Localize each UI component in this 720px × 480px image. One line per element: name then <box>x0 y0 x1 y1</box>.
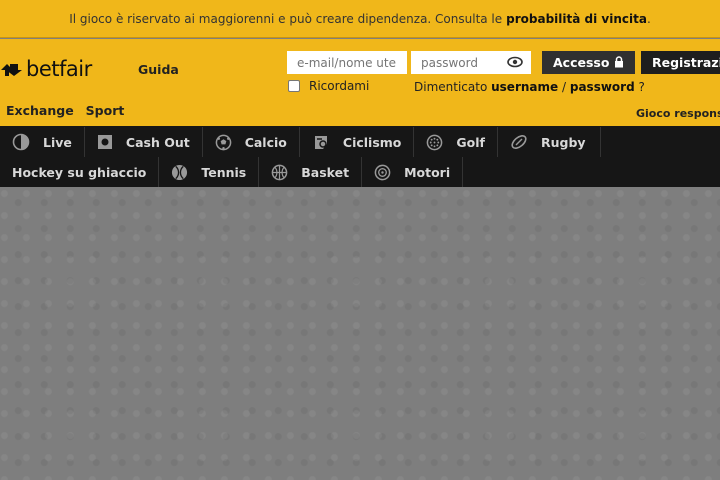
tab-sport[interactable]: Sport <box>86 103 125 118</box>
sport-cash-out-label: Cash Out <box>125 134 190 150</box>
sport-rugby-label: Rugby <box>540 134 586 150</box>
forgot-credentials: Dimenticato username / password ? <box>414 80 645 94</box>
sports-nav: Live Cash Out Calcio Ciclismo Golf Rugby… <box>0 126 720 187</box>
sport-hockey-label: Hockey su ghiaccio <box>12 164 147 180</box>
sports-nav-row-2: Hockey su ghiaccio Tennis Basket Motori <box>0 157 464 187</box>
remember-label: Ricordami <box>309 79 370 93</box>
product-tabs: Exchange Sport <box>6 103 124 118</box>
tennis-ball-icon <box>171 164 188 181</box>
sport-calcio[interactable]: Calcio <box>203 127 300 157</box>
basketball-icon <box>271 164 288 181</box>
tab-exchange[interactable]: Exchange <box>6 103 74 118</box>
sport-basket-label: Basket <box>301 164 350 180</box>
rugby-ball-icon <box>510 133 528 151</box>
login-label: Accesso <box>553 55 610 70</box>
sport-motori-label: Motori <box>404 164 451 180</box>
soccer-ball-icon <box>215 134 232 151</box>
lock-icon <box>615 56 623 68</box>
email-input[interactable] <box>287 51 407 74</box>
cycling-icon <box>312 133 330 151</box>
cash-out-icon <box>97 134 113 150</box>
sport-golf-label: Golf <box>456 134 485 150</box>
sports-nav-row-1: Live Cash Out Calcio Ciclismo Golf Rugby <box>0 127 601 157</box>
forgot-username-link[interactable]: username <box>491 80 558 94</box>
main-content-overlay <box>0 187 720 480</box>
betfair-logo[interactable]: betfair <box>0 57 92 81</box>
sport-cash-out[interactable]: Cash Out <box>85 127 203 157</box>
sport-tennis-label: Tennis <box>201 164 247 180</box>
golf-ball-icon <box>426 134 443 151</box>
register-button[interactable]: Registrazione <box>641 51 720 74</box>
forgot-suffix: ? <box>638 80 645 94</box>
responsible-gaming-banner: Il gioco è riservato ai maggiorenni e pu… <box>0 0 720 38</box>
sport-tennis[interactable]: Tennis <box>159 157 260 187</box>
remember-checkbox[interactable] <box>288 80 300 92</box>
forgot-password-link[interactable]: password <box>570 80 635 94</box>
sport-live-label: Live <box>43 134 72 150</box>
banner-end: . <box>646 11 651 26</box>
eye-icon[interactable] <box>507 56 523 68</box>
sport-live[interactable]: Live <box>0 127 85 157</box>
forgot-prefix: Dimenticato <box>414 80 488 94</box>
sport-ciclismo[interactable]: Ciclismo <box>300 127 415 157</box>
remember-me[interactable]: Ricordami <box>288 79 369 93</box>
sport-calcio-label: Calcio <box>244 134 287 150</box>
logo-text: betfair <box>26 57 92 81</box>
live-icon <box>12 133 30 151</box>
odds-link[interactable]: probabilità di vincita <box>506 12 647 26</box>
sport-golf[interactable]: Golf <box>414 127 498 157</box>
motor-wheel-icon <box>374 164 391 181</box>
sport-basket[interactable]: Basket <box>259 157 363 187</box>
sport-hockey[interactable]: Hockey su ghiaccio <box>0 157 160 187</box>
sport-rugby[interactable]: Rugby <box>498 127 601 157</box>
forgot-sep: / <box>561 80 567 94</box>
login-button[interactable]: Accesso <box>542 51 635 74</box>
guida-link[interactable]: Guida <box>138 62 179 77</box>
responsible-gaming-link[interactable]: Gioco responsabile <box>636 107 720 120</box>
banner-text: Il gioco è riservato ai maggiorenni e pu… <box>69 11 503 26</box>
betfair-arrow-icon <box>1 64 22 76</box>
sport-motori[interactable]: Motori <box>362 157 464 187</box>
sport-ciclismo-label: Ciclismo <box>342 134 402 150</box>
header: betfair Guida Accesso Registrazione Rico… <box>0 39 720 126</box>
